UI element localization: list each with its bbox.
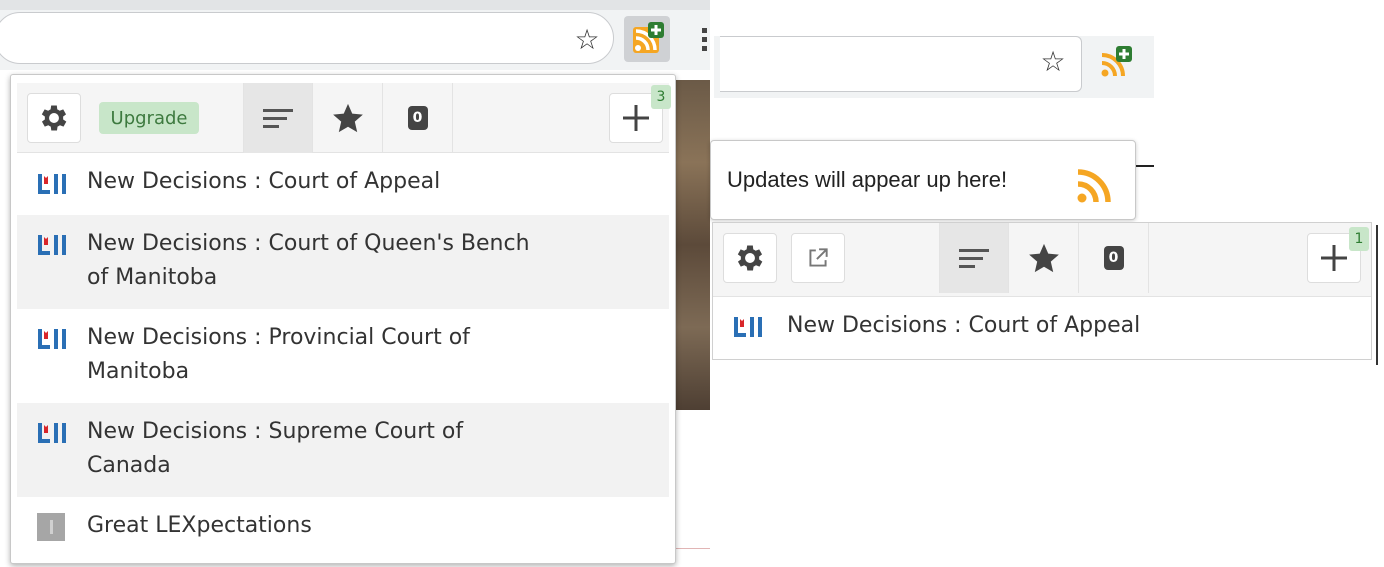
canlii-icon — [38, 423, 66, 443]
feed-title-line: New Decisions : Supreme Court of — [87, 419, 464, 444]
feed-title-line: New Decisions : Provincial Court of — [87, 325, 470, 350]
list-item[interactable]: Great LEXpectations — [17, 497, 669, 559]
feed-title-line: Canada — [87, 453, 171, 478]
new-feed-badge: 3 — [651, 85, 671, 109]
page-edge-mark — [1136, 165, 1154, 167]
feed-popup-right: 0 1 New Decisions : Court of Appeal — [712, 222, 1372, 360]
feed-popup-left: Upgrade 0 3 New Decisions: Court of App… — [10, 74, 676, 564]
feed-title-line: New Decisions : Court of Appeal — [787, 313, 1141, 338]
canlii-icon — [38, 174, 66, 194]
feed-title-line: Great LEXpectations — [87, 513, 312, 538]
popup-toolbar: 0 1 — [713, 223, 1371, 297]
external-link-icon — [809, 248, 828, 267]
feed-title: New Decisions : Court of Appeal — [787, 309, 1140, 343]
rss-extension-button[interactable] — [624, 16, 670, 62]
star-filled-icon — [1028, 243, 1059, 273]
page-edge-line — [1376, 225, 1378, 365]
rss-extension-icon — [1101, 46, 1132, 77]
upgrade-button[interactable]: Upgrade — [99, 102, 199, 134]
gear-icon — [737, 245, 763, 271]
generic-feed-icon — [37, 513, 65, 541]
list-item[interactable]: New Decisions : Court of Appeal — [17, 153, 669, 215]
updates-tooltip: Updates will appear up here! — [710, 140, 1136, 220]
background-page-image — [670, 80, 710, 410]
canlii-icon — [38, 235, 66, 255]
address-bar-right[interactable] — [720, 36, 1082, 92]
feed-title-line: New Decisions : Court of Queen's Bench — [87, 231, 530, 256]
list-lines-icon — [959, 249, 989, 268]
feed-title-line: New Decisions : Court of Appeal — [87, 169, 441, 194]
bookmark-star-icon[interactable]: ☆ — [570, 20, 604, 60]
plus-icon — [1321, 245, 1347, 271]
tab-unread-count[interactable]: 0 — [383, 83, 453, 153]
settings-button[interactable] — [27, 93, 81, 143]
rss-extension-button[interactable] — [1092, 40, 1138, 86]
settings-button[interactable] — [723, 233, 777, 283]
background-page-divider — [676, 548, 710, 549]
list-item[interactable]: New Decisions : Court of Appeal — [713, 297, 1371, 357]
rss-icon — [1077, 169, 1111, 203]
tab-favorites[interactable] — [1009, 223, 1079, 293]
feed-title: Great LEXpectations — [87, 509, 312, 543]
feed-title: New Decisions : Provincial Court of Mani… — [87, 321, 470, 389]
tooltip-text: Updates will appear up here! — [727, 167, 1008, 192]
feed-title-line: Manitoba — [87, 359, 190, 384]
feed-title-line: of Manitoba — [87, 265, 218, 290]
rss-extension-icon — [633, 22, 664, 53]
feed-title: New Decisions : Court of Queen's Bench o… — [87, 227, 530, 295]
list-item[interactable]: New Decisions : Supreme Court of Canada — [17, 403, 669, 497]
tab-unread-count[interactable]: 0 — [1079, 223, 1149, 293]
tab-favorites[interactable] — [313, 83, 383, 153]
canlii-icon — [734, 317, 762, 337]
popup-toolbar: Upgrade 0 3 — [17, 83, 671, 153]
gear-icon — [41, 105, 67, 131]
star-filled-icon — [332, 103, 363, 133]
unread-count: 0 — [407, 106, 428, 130]
address-bar-left[interactable] — [0, 12, 614, 64]
new-feed-badge: 1 — [1349, 227, 1369, 251]
open-external-button[interactable] — [791, 233, 845, 283]
plus-icon — [623, 105, 649, 131]
tab-feed-list[interactable] — [243, 83, 313, 153]
tab-feed-list[interactable] — [939, 223, 1009, 293]
list-item[interactable]: New Decisions : Provincial Court of Mani… — [17, 309, 669, 403]
list-item[interactable]: New Decisions : Court of Queen's Bench o… — [17, 215, 669, 309]
feed-title: New Decisions : Court of Appeal — [87, 165, 440, 199]
browser-menu-icon[interactable] — [702, 28, 710, 56]
tab-strip — [0, 0, 710, 10]
list-lines-icon — [263, 109, 293, 128]
feed-title: New Decisions : Supreme Court of Canada — [87, 415, 463, 483]
bookmark-star-icon[interactable]: ☆ — [1036, 42, 1070, 82]
unread-count: 0 — [1103, 246, 1124, 270]
canlii-icon — [38, 329, 66, 349]
